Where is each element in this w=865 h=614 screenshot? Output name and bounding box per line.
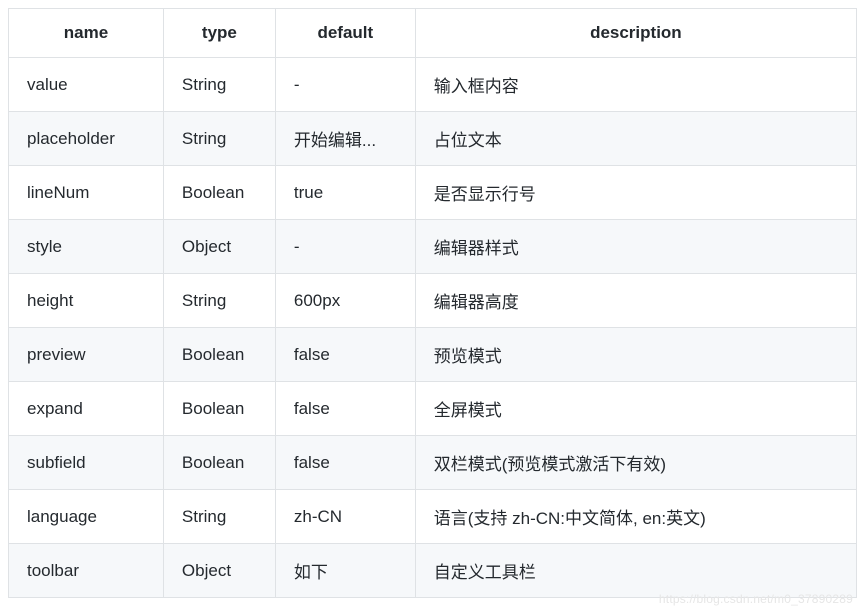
- table-row: subfield Boolean false 双栏模式(预览模式激活下有效): [9, 436, 857, 490]
- cell-name: value: [9, 58, 164, 112]
- cell-name: expand: [9, 382, 164, 436]
- cell-name: toolbar: [9, 544, 164, 598]
- cell-description: 输入框内容: [415, 58, 856, 112]
- cell-default: 开始编辑...: [275, 112, 415, 166]
- cell-description: 占位文本: [415, 112, 856, 166]
- cell-name: preview: [9, 328, 164, 382]
- cell-default: false: [275, 382, 415, 436]
- cell-type: String: [163, 274, 275, 328]
- props-table: name type default description value Stri…: [8, 8, 857, 598]
- cell-default: false: [275, 328, 415, 382]
- cell-type: Boolean: [163, 328, 275, 382]
- table-row: expand Boolean false 全屏模式: [9, 382, 857, 436]
- table-row: placeholder String 开始编辑... 占位文本: [9, 112, 857, 166]
- cell-description: 编辑器样式: [415, 220, 856, 274]
- cell-type: String: [163, 112, 275, 166]
- cell-default: -: [275, 58, 415, 112]
- cell-type: Object: [163, 220, 275, 274]
- cell-name: height: [9, 274, 164, 328]
- cell-default: 600px: [275, 274, 415, 328]
- cell-name: subfield: [9, 436, 164, 490]
- cell-name: style: [9, 220, 164, 274]
- header-name: name: [9, 9, 164, 58]
- cell-description: 双栏模式(预览模式激活下有效): [415, 436, 856, 490]
- table-row: toolbar Object 如下 自定义工具栏: [9, 544, 857, 598]
- table-body: value String - 输入框内容 placeholder String …: [9, 58, 857, 598]
- cell-description: 全屏模式: [415, 382, 856, 436]
- cell-default: true: [275, 166, 415, 220]
- header-type: type: [163, 9, 275, 58]
- cell-default: zh-CN: [275, 490, 415, 544]
- cell-type: String: [163, 58, 275, 112]
- table-row: style Object - 编辑器样式: [9, 220, 857, 274]
- table-row: lineNum Boolean true 是否显示行号: [9, 166, 857, 220]
- cell-description: 是否显示行号: [415, 166, 856, 220]
- table-header-row: name type default description: [9, 9, 857, 58]
- cell-name: placeholder: [9, 112, 164, 166]
- cell-description: 语言(支持 zh-CN:中文简体, en:英文): [415, 490, 856, 544]
- cell-type: Object: [163, 544, 275, 598]
- cell-default: 如下: [275, 544, 415, 598]
- cell-description: 预览模式: [415, 328, 856, 382]
- cell-type: Boolean: [163, 382, 275, 436]
- cell-name: language: [9, 490, 164, 544]
- cell-type: String: [163, 490, 275, 544]
- header-description: description: [415, 9, 856, 58]
- cell-description: 自定义工具栏: [415, 544, 856, 598]
- cell-default: -: [275, 220, 415, 274]
- table-row: height String 600px 编辑器高度: [9, 274, 857, 328]
- cell-type: Boolean: [163, 166, 275, 220]
- cell-description: 编辑器高度: [415, 274, 856, 328]
- table-row: language String zh-CN 语言(支持 zh-CN:中文简体, …: [9, 490, 857, 544]
- cell-type: Boolean: [163, 436, 275, 490]
- table-row: preview Boolean false 预览模式: [9, 328, 857, 382]
- cell-default: false: [275, 436, 415, 490]
- table-row: value String - 输入框内容: [9, 58, 857, 112]
- cell-name: lineNum: [9, 166, 164, 220]
- header-default: default: [275, 9, 415, 58]
